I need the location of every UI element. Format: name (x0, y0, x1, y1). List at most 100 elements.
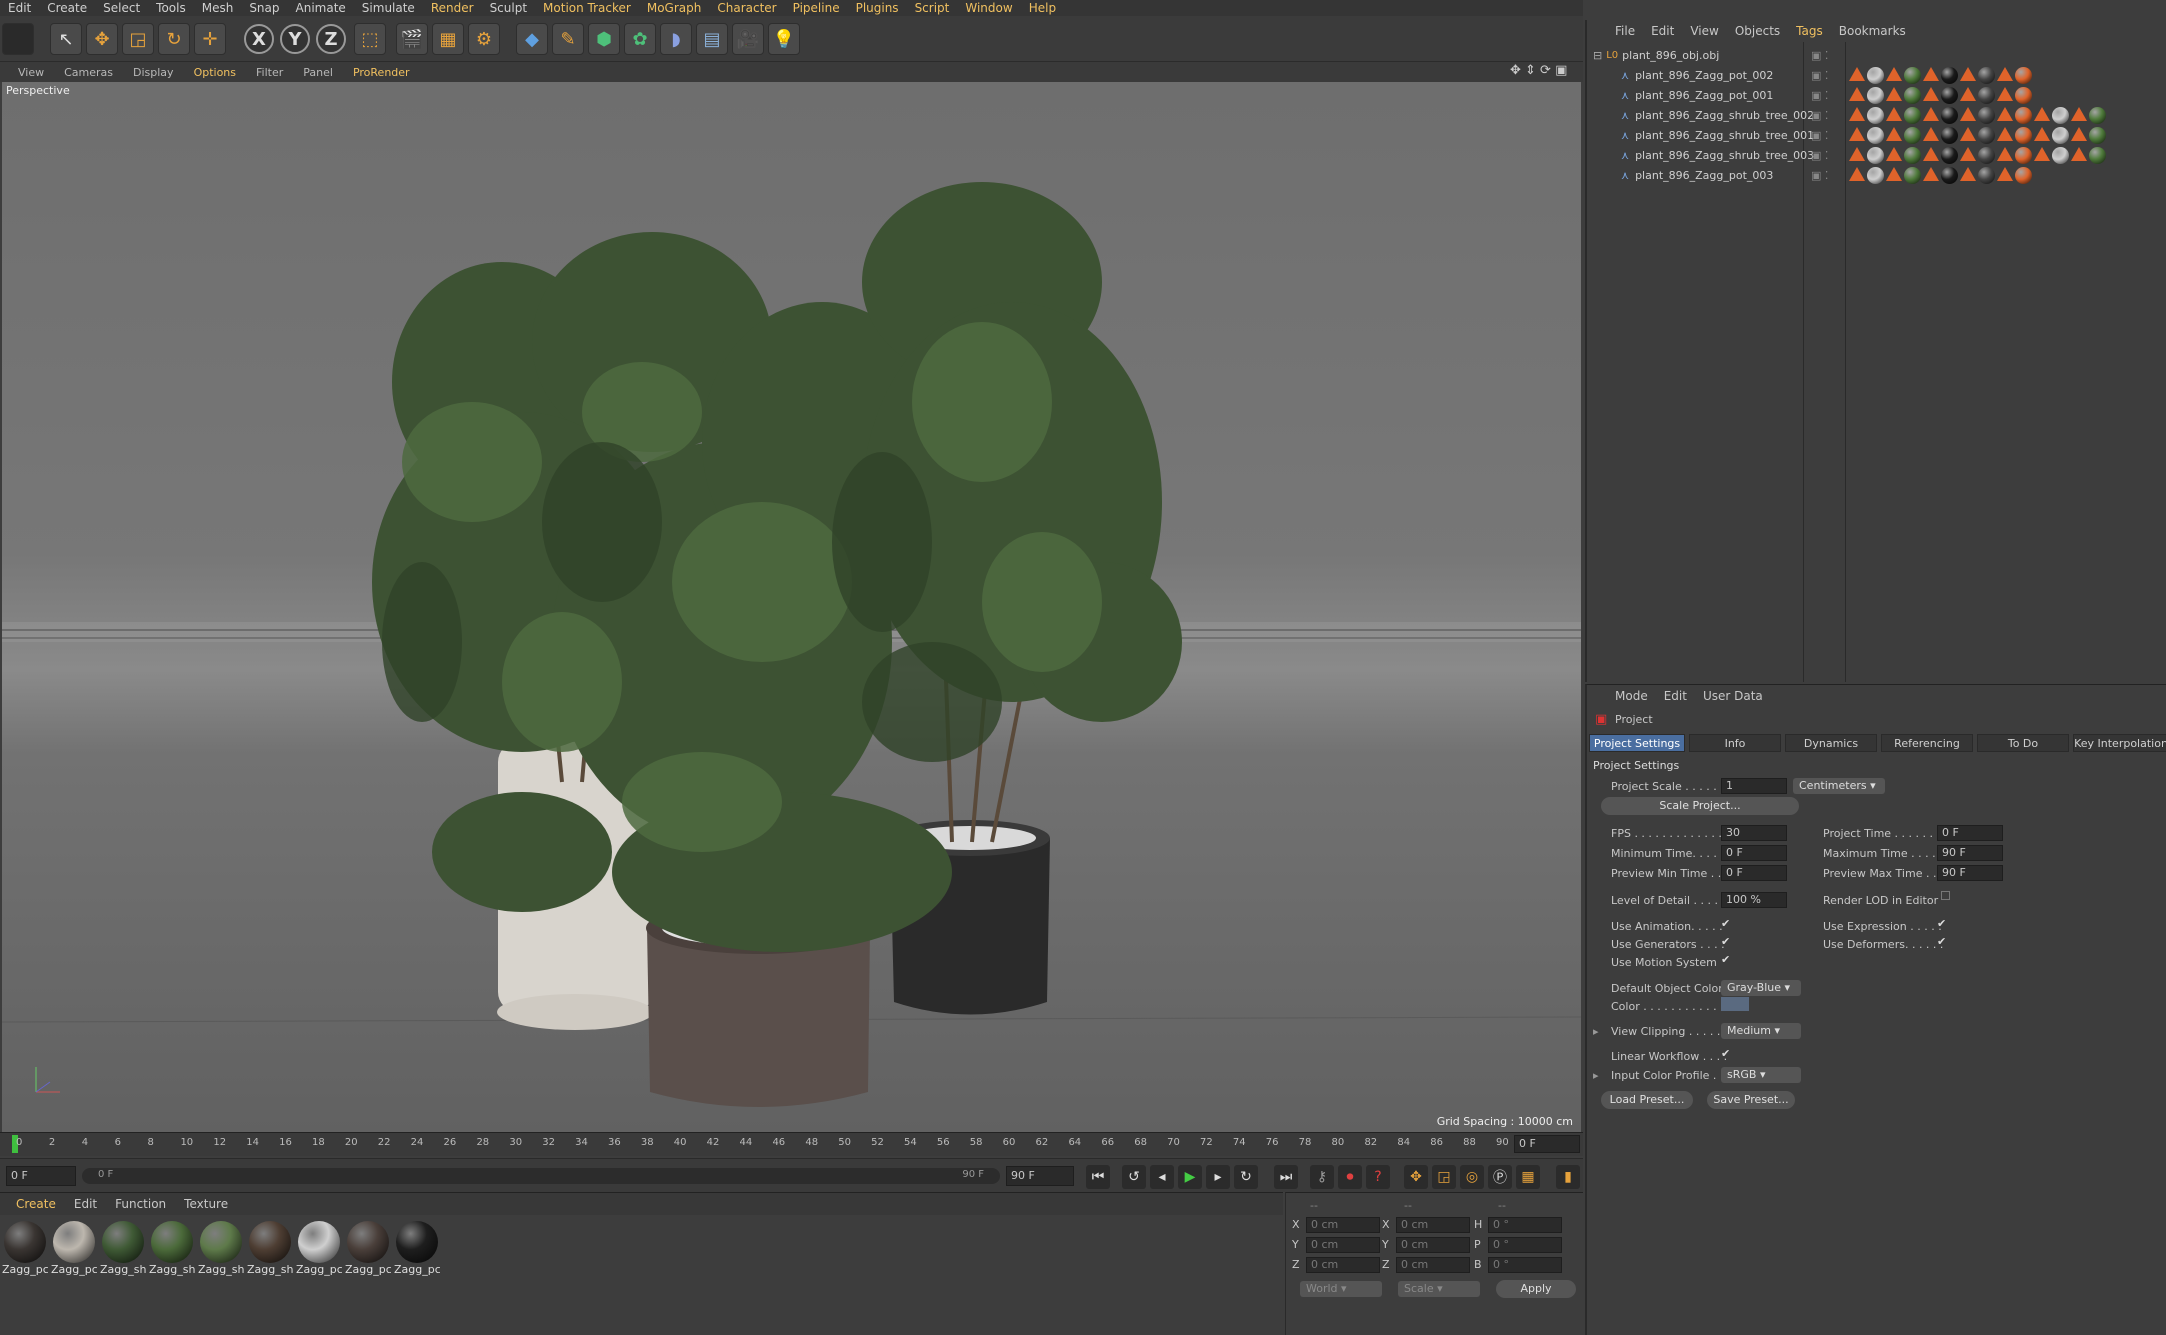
material-menu-item[interactable]: Texture (184, 1197, 228, 1211)
phong-tag-icon[interactable] (1923, 86, 1939, 101)
material-tag-icon[interactable] (1978, 166, 1995, 184)
tab-key-interpolation[interactable]: Key Interpolation (2073, 734, 2166, 752)
next-key-icon[interactable]: ↻ (1234, 1165, 1258, 1189)
phong-tag-icon[interactable] (2034, 126, 2050, 141)
go-to-start-icon[interactable]: ⏮ (1086, 1165, 1110, 1189)
object-menu-item[interactable]: File (1615, 24, 1635, 38)
viewport-perspective[interactable]: Perspective Grid Spacing : 10000 cm (2, 82, 1581, 1132)
object-row[interactable]: ⋏ plant_896_Zagg_shrub_tree_002 ▣ ⁚ (1587, 105, 2166, 125)
keyframe-selection-icon[interactable]: ? (1366, 1165, 1390, 1189)
object-row[interactable]: ⋏ plant_896_Zagg_pot_003 ▣ ⁚ (1587, 165, 2166, 185)
material-tag-icon[interactable] (1904, 66, 1921, 84)
viewport-menu-item[interactable]: View (18, 66, 44, 79)
coord-value-input[interactable]: 0 ° (1488, 1257, 1562, 1273)
material-tag-icon[interactable] (1904, 146, 1921, 164)
material-tag-icon[interactable] (2052, 126, 2069, 144)
attribute-menu-item[interactable]: Edit (1664, 689, 1687, 703)
phong-tag-icon[interactable] (1886, 146, 1902, 161)
point-level-key-icon[interactable]: ▦ (1516, 1165, 1540, 1189)
minimum-time-input[interactable]: 0 F (1721, 845, 1787, 861)
preview-min-input[interactable]: 0 F (1721, 865, 1787, 881)
phong-tag-icon[interactable] (1997, 166, 2013, 181)
menu-item[interactable]: Render (423, 1, 482, 15)
material-menu-item[interactable]: Create (16, 1197, 56, 1211)
material-swatch[interactable]: Zagg_pc (296, 1221, 342, 1276)
material-tag-icon[interactable] (1904, 166, 1921, 184)
menu-item[interactable]: Motion Tracker (535, 1, 639, 15)
coord-value-input[interactable]: 0 cm (1396, 1217, 1470, 1233)
record-keys-icon[interactable]: ⚷ (1310, 1165, 1334, 1189)
object-menu-item[interactable]: Tags (1796, 24, 1823, 38)
material-tag-icon[interactable] (1941, 106, 1958, 124)
material-tag-icon[interactable] (1867, 146, 1884, 164)
expand-arrow-icon[interactable]: ▸ (1593, 1025, 1599, 1038)
viewport-menu-item[interactable]: Filter (256, 66, 283, 79)
material-tag-icon[interactable] (1904, 106, 1921, 124)
material-tag-icon[interactable] (1867, 66, 1884, 84)
camera-icon[interactable]: 🎥 (732, 23, 764, 55)
coord-value-input[interactable]: 0 ° (1488, 1217, 1562, 1233)
cube-object-icon[interactable]: ◆ (516, 23, 548, 55)
units-dropdown[interactable]: Centimeters ▾ (1793, 778, 1885, 794)
tab-to-do[interactable]: To Do (1977, 734, 2069, 752)
material-tag-icon[interactable] (1978, 66, 1995, 84)
phong-tag-icon[interactable] (1960, 126, 1976, 141)
end-frame-field[interactable]: 90 F (1006, 1166, 1074, 1186)
phong-tag-icon[interactable] (1960, 66, 1976, 81)
material-menu-item[interactable]: Function (115, 1197, 166, 1211)
menu-item[interactable]: Simulate (354, 1, 423, 15)
coord-value-input[interactable]: 0 cm (1306, 1257, 1380, 1273)
material-swatch[interactable]: Zagg_pc (51, 1221, 97, 1276)
material-tag-icon[interactable] (2015, 126, 2032, 144)
material-swatch[interactable]: Zagg_pc (2, 1221, 48, 1276)
render-view-icon[interactable]: 🎬 (396, 23, 428, 55)
rotation-key-icon[interactable]: ◎ (1460, 1165, 1484, 1189)
material-tag-icon[interactable] (1867, 126, 1884, 144)
material-tag-icon[interactable] (1978, 146, 1995, 164)
maximum-time-input[interactable]: 90 F (1937, 845, 2003, 861)
material-tag-icon[interactable] (1978, 106, 1995, 124)
subdivision-surface-icon[interactable]: ⬢ (588, 23, 620, 55)
object-menu-item[interactable]: View (1690, 24, 1718, 38)
phong-tag-icon[interactable] (1960, 166, 1976, 181)
viewport-nav-icons[interactable]: ✥ ⇕ ⟳ ▣ (1510, 63, 1567, 78)
tab-project-settings[interactable]: Project Settings (1589, 734, 1685, 752)
phong-tag-icon[interactable] (1886, 86, 1902, 101)
go-to-end-icon[interactable]: ⏭ (1274, 1165, 1298, 1189)
menu-item[interactable]: MoGraph (639, 1, 710, 15)
expand-arrow-icon[interactable]: ▸ (1593, 1069, 1599, 1082)
project-scale-input[interactable]: 1 (1721, 778, 1787, 794)
rotate-tool-icon[interactable]: ↻ (158, 23, 190, 55)
phong-tag-icon[interactable] (1997, 66, 2013, 81)
object-menu-item[interactable]: Edit (1651, 24, 1674, 38)
phong-tag-icon[interactable] (1997, 126, 2013, 141)
fps-input[interactable]: 30 (1721, 825, 1787, 841)
material-tag-icon[interactable] (1867, 166, 1884, 184)
menu-item[interactable]: Help (1021, 1, 1064, 15)
phong-tag-icon[interactable] (1849, 126, 1865, 141)
coord-value-input[interactable]: 0 cm (1396, 1257, 1470, 1273)
viewport-menu-item[interactable]: Options (194, 66, 236, 79)
input-color-profile-dropdown[interactable]: sRGB ▾ (1721, 1067, 1801, 1083)
viewport-menu-item[interactable]: Panel (303, 66, 333, 79)
material-swatch[interactable]: Zagg_pc (345, 1221, 391, 1276)
phong-tag-icon[interactable] (1886, 66, 1902, 81)
coordinate-system-icon[interactable]: ⬚ (354, 23, 386, 55)
phong-tag-icon[interactable] (1886, 166, 1902, 181)
use-deformers-checkbox[interactable]: ✔ (1937, 936, 1949, 948)
phong-tag-icon[interactable] (1849, 106, 1865, 121)
viewport-menu-item[interactable]: ProRender (353, 66, 410, 79)
position-key-icon[interactable]: ✥ (1404, 1165, 1428, 1189)
apply-button[interactable]: Apply (1496, 1280, 1576, 1298)
material-tag-icon[interactable] (2052, 146, 2069, 164)
menu-item[interactable]: Animate (288, 1, 354, 15)
preview-range-slider[interactable]: 0 F 90 F (82, 1168, 1000, 1184)
object-row[interactable]: ⋏ plant_896_Zagg_shrub_tree_001 ▣ ⁚ (1587, 125, 2166, 145)
material-tag-icon[interactable] (2015, 146, 2032, 164)
tab-dynamics[interactable]: Dynamics (1785, 734, 1877, 752)
menu-item[interactable]: Character (709, 1, 784, 15)
preview-max-input[interactable]: 90 F (1937, 865, 2003, 881)
menu-item[interactable]: Create (39, 1, 95, 15)
material-tag-icon[interactable] (1867, 106, 1884, 124)
material-tag-icon[interactable] (1978, 126, 1995, 144)
